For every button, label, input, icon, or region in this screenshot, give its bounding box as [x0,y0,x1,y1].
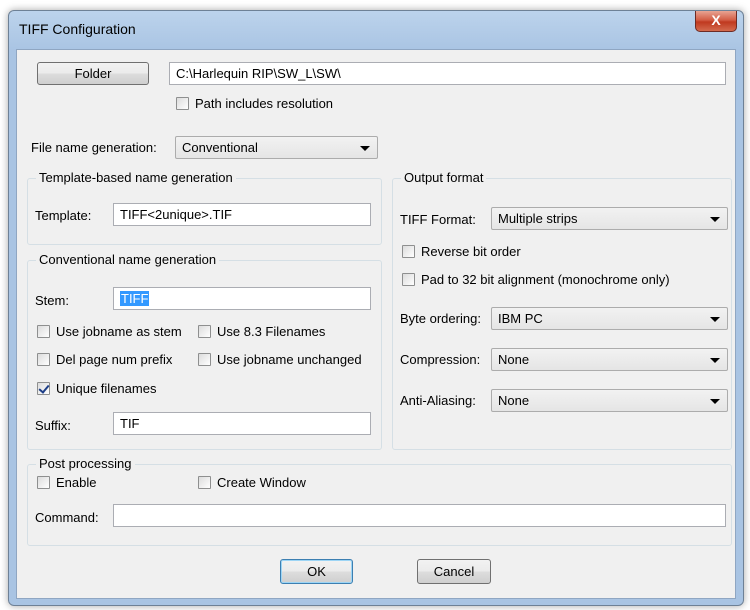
checkbox-box[interactable] [37,476,50,489]
checkbox-box-checked[interactable] [37,382,50,395]
template-field[interactable]: TIFF<2unique>.TIF [113,203,371,226]
command-field[interactable] [113,504,726,527]
suffix-field[interactable]: TIF [113,412,371,435]
anti-aliasing-select[interactable]: None [491,389,728,412]
compression-select[interactable]: None [491,348,728,371]
checkbox-label: Use 8.3 Filenames [217,324,326,339]
file-name-generation-select[interactable]: Conventional [175,136,378,159]
checkbox-box[interactable] [402,273,415,286]
group-legend: Conventional name generation [36,252,220,267]
checkbox-box[interactable] [37,353,50,366]
select-value: None [498,393,530,408]
close-icon: X [711,12,721,28]
folder-button[interactable]: Folder [37,62,149,85]
tiff-configuration-dialog: TIFF Configuration X Folder C:\Harlequin… [8,10,744,606]
byte-ordering-select[interactable]: IBM PC [491,307,728,330]
folder-path-field[interactable]: C:\Harlequin RIP\SW_L\SW\ [169,62,726,85]
select-value: Multiple strips [498,211,578,226]
path-includes-resolution-checkbox[interactable]: Path includes resolution [176,96,333,111]
group-legend: Post processing [36,456,135,471]
chevron-down-icon [710,317,720,322]
stem-value: TIFF [120,291,150,306]
checkbox-label: Reverse bit order [421,244,521,259]
use-jobname-as-stem-checkbox[interactable]: Use jobname as stem [37,324,182,339]
template-label: Template: [35,208,92,223]
ok-button[interactable]: OK [280,559,353,584]
unique-filenames-checkbox[interactable]: Unique filenames [37,381,156,396]
checkbox-box[interactable] [176,97,189,110]
chevron-down-icon [710,217,720,222]
checkbox-label: Pad to 32 bit alignment (monochrome only… [421,272,670,287]
dialog-title: TIFF Configuration [19,21,136,37]
title-bar[interactable]: TIFF Configuration X [9,11,743,49]
checkbox-box[interactable] [402,245,415,258]
checkbox-label: Use jobname unchanged [217,352,362,367]
compression-label: Compression: [400,352,481,367]
checkbox-label: Create Window [217,475,306,490]
chevron-down-icon [710,358,720,363]
anti-aliasing-label: Anti-Aliasing: [400,393,476,408]
byte-ordering-label: Byte ordering: [400,311,481,326]
close-button[interactable]: X [695,11,737,32]
checkbox-label: Use jobname as stem [56,324,182,339]
cancel-button[interactable]: Cancel [417,559,491,584]
dialog-client-area: Folder C:\Harlequin RIP\SW_L\SW\ Path in… [16,49,736,599]
group-legend: Output format [401,170,487,185]
use-83-filenames-checkbox[interactable]: Use 8.3 Filenames [198,324,325,339]
checkbox-box[interactable] [198,353,211,366]
checkbox-label: Unique filenames [56,381,157,396]
stem-field[interactable]: TIFF [113,287,371,310]
file-name-generation-label: File name generation: [31,140,157,155]
pad-32bit-checkbox[interactable]: Pad to 32 bit alignment (monochrome only… [402,272,670,287]
checkbox-label: Enable [56,475,97,490]
select-value: None [498,352,530,367]
use-jobname-unchanged-checkbox[interactable]: Use jobname unchanged [198,352,362,367]
checkbox-label: Del page num prefix [56,352,173,367]
enable-checkbox[interactable]: Enable [37,475,96,490]
checkbox-label: Path includes resolution [195,96,334,111]
del-page-num-prefix-checkbox[interactable]: Del page num prefix [37,352,172,367]
select-value: Conventional [182,140,258,155]
checkbox-box[interactable] [198,476,211,489]
stem-label: Stem: [35,293,69,308]
command-label: Command: [35,510,99,525]
create-window-checkbox[interactable]: Create Window [198,475,306,490]
checkbox-box[interactable] [198,325,211,338]
group-legend: Template-based name generation [36,170,236,185]
select-value: IBM PC [498,311,543,326]
tiff-format-select[interactable]: Multiple strips [491,207,728,230]
chevron-down-icon [360,146,370,151]
checkbox-box[interactable] [37,325,50,338]
reverse-bit-order-checkbox[interactable]: Reverse bit order [402,244,521,259]
tiff-format-label: TIFF Format: [400,212,476,227]
suffix-label: Suffix: [35,418,71,433]
chevron-down-icon [710,399,720,404]
